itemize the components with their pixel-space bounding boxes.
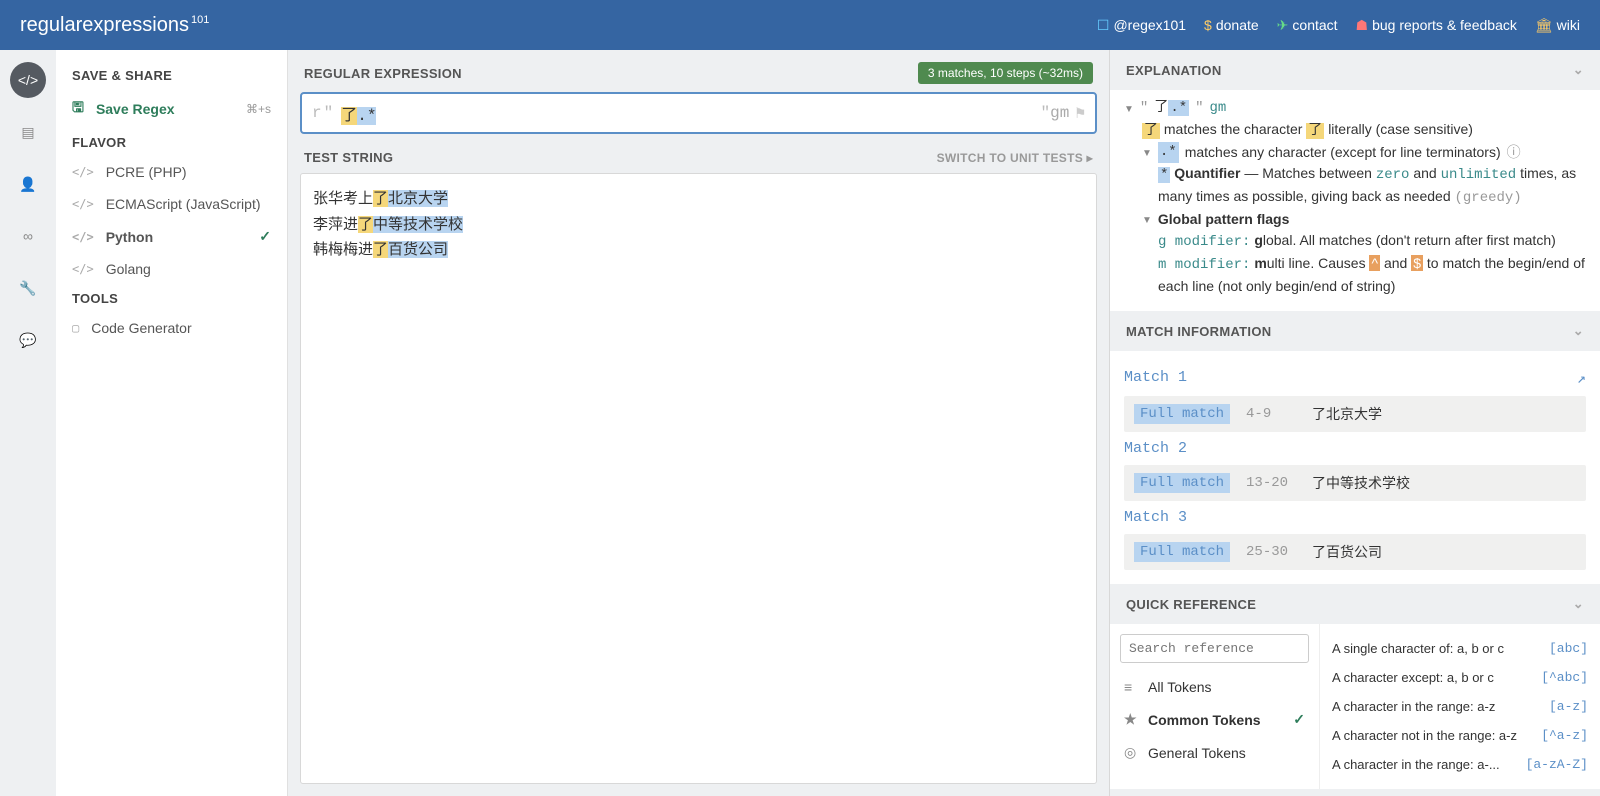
qr-item[interactable]: A single character of: a, b or c[abc]	[1332, 634, 1588, 663]
link-donate[interactable]: $ donate	[1204, 17, 1259, 34]
quickref-header[interactable]: QUICK REFERENCE⌄	[1110, 584, 1600, 624]
link-twitter[interactable]: ☐ @regex101	[1097, 17, 1186, 34]
qr-cat-common[interactable]: ★Common Tokens✓	[1120, 703, 1309, 736]
logo[interactable]: regularexpressions101	[20, 14, 209, 37]
toggle-icon[interactable]: ▼	[1142, 146, 1152, 161]
check-icon: ✓	[1293, 711, 1305, 728]
rail-settings-icon[interactable]: 🔧	[10, 270, 46, 306]
qr-item[interactable]: A character in the range: a-...[a-zA-Z]	[1332, 750, 1588, 779]
qr-item[interactable]: A character in the range: a-z[a-z]	[1332, 692, 1588, 721]
doc-icon: ▢	[72, 321, 79, 335]
regex-flags[interactable]: gm	[1050, 104, 1069, 122]
section-flavor: FLAVOR	[56, 129, 287, 156]
match-row: Full match25-30了百货公司	[1124, 534, 1586, 570]
regex-prefix: r"	[312, 104, 335, 122]
rail-library-icon[interactable]: ▤	[10, 114, 46, 150]
explanation-body: ▼" 了.* " gm 了 matches the character 了 li…	[1110, 90, 1600, 311]
code-generator[interactable]: ▢Code Generator	[56, 312, 287, 344]
save-regex-button[interactable]: 🖫 Save Regex ⌘+s	[56, 89, 287, 129]
circle-icon: ◎	[1124, 744, 1138, 761]
match-header: Match 2	[1124, 440, 1586, 457]
link-bugs[interactable]: ☗ bug reports & feedback	[1356, 17, 1517, 34]
top-header: regularexpressions101 ☐ @regex101 $ dona…	[0, 0, 1600, 50]
rail-account-icon[interactable]: 👤	[10, 166, 46, 202]
flavor-ecmascript[interactable]: </>ECMAScript (JavaScript)	[56, 188, 287, 220]
toggle-icon[interactable]: ▼	[1142, 213, 1152, 228]
test-line: 李萍进了中等技术学校	[313, 212, 1084, 238]
rail-chat-icon[interactable]: 💬	[10, 322, 46, 358]
export-icon[interactable]: ↗	[1577, 369, 1586, 388]
code-icon: </>	[72, 165, 94, 179]
matchinfo-body: Match 1↗ Full match4-9了北京大学 Match 2 Full…	[1110, 351, 1600, 584]
section-tools: TOOLS	[56, 285, 287, 312]
chevron-down-icon[interactable]: ⌄	[1573, 596, 1584, 612]
match-header: Match 1↗	[1124, 369, 1586, 388]
match-row: Full match13-20了中等技术学校	[1124, 465, 1586, 501]
code-icon: </>	[72, 262, 94, 276]
code-icon: </>	[72, 197, 94, 211]
quickref-search-input[interactable]	[1120, 634, 1309, 663]
explanation-header[interactable]: EXPLANATION⌄	[1110, 50, 1600, 90]
matchinfo-header[interactable]: MATCH INFORMATION⌄	[1110, 311, 1600, 351]
logo-sub: 101	[191, 14, 209, 26]
right-panel: EXPLANATION⌄ ▼" 了.* " gm 了 matches the c…	[1110, 50, 1600, 796]
quickref-body: ≡All Tokens ★Common Tokens✓ ◎General Tok…	[1110, 624, 1600, 789]
qr-item[interactable]: A character not in the range: a-z[^a-z]	[1332, 721, 1588, 750]
logo-light: expressions	[82, 14, 189, 36]
link-contact[interactable]: ✈ contact	[1277, 17, 1338, 34]
rail-live-icon[interactable]: ∞	[10, 218, 46, 254]
section-save-share: SAVE & SHARE	[56, 62, 287, 89]
test-line: 张华考上了北京大学	[313, 186, 1084, 212]
flag-icon[interactable]: ⚑	[1075, 103, 1085, 123]
test-string-input[interactable]: 张华考上了北京大学 李萍进了中等技术学校 韩梅梅进了百货公司	[300, 173, 1097, 784]
regex-input[interactable]: r" 了.* " gm ⚑	[300, 92, 1097, 134]
logo-bold: regular	[20, 14, 82, 36]
stack-icon: ≡	[1124, 679, 1138, 695]
chevron-down-icon[interactable]: ⌄	[1573, 323, 1584, 339]
chevron-down-icon[interactable]: ⌄	[1573, 62, 1584, 78]
regex-title: REGULAR EXPRESSION	[304, 66, 462, 81]
regex-suffix: "	[1041, 104, 1051, 122]
link-wiki[interactable]: 🏛 wiki	[1535, 17, 1580, 34]
match-count-badge: 3 matches, 10 steps (~32ms)	[918, 62, 1093, 84]
match-row: Full match4-9了北京大学	[1124, 396, 1586, 432]
qr-item[interactable]: A character except: a, b or c[^abc]	[1332, 663, 1588, 692]
flavor-python[interactable]: </>Python✓	[56, 220, 287, 253]
header-links: ☐ @regex101 $ donate ✈ contact ☗ bug rep…	[1097, 17, 1580, 34]
flavor-pcre[interactable]: </>PCRE (PHP)	[56, 156, 287, 188]
rail-regex-icon[interactable]: </>	[10, 62, 46, 98]
test-line: 韩梅梅进了百货公司	[313, 237, 1084, 263]
center-panel: REGULAR EXPRESSION 3 matches, 10 steps (…	[288, 50, 1110, 796]
qr-cat-general[interactable]: ◎General Tokens	[1120, 736, 1309, 769]
sidebar: SAVE & SHARE 🖫 Save Regex ⌘+s FLAVOR </>P…	[56, 50, 288, 796]
regex-pattern[interactable]: 了.*	[335, 101, 1040, 125]
check-icon: ✓	[259, 228, 271, 245]
toggle-icon[interactable]: ▼	[1124, 102, 1134, 117]
save-shortcut: ⌘+s	[246, 102, 271, 116]
save-icon: 🖫	[72, 97, 84, 121]
flavor-golang[interactable]: </>Golang	[56, 253, 287, 285]
test-title: TEST STRING	[304, 150, 393, 165]
icon-rail: </> ▤ 👤 ∞ 🔧 💬	[0, 50, 56, 796]
save-label: Save Regex	[96, 101, 175, 117]
switch-unit-tests[interactable]: SWITCH TO UNIT TESTS ▸	[937, 151, 1093, 165]
star-icon: ★	[1124, 711, 1138, 728]
qr-cat-all[interactable]: ≡All Tokens	[1120, 671, 1309, 703]
match-header: Match 3	[1124, 509, 1586, 526]
code-icon: </>	[72, 230, 94, 244]
